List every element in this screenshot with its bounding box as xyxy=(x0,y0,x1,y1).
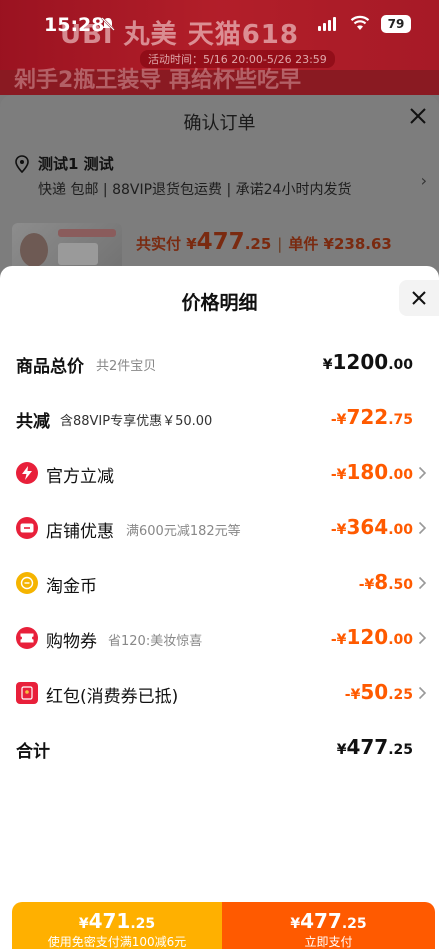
total-paid-row: 共实付 ¥477.25 | 单件 ¥238.63 xyxy=(136,229,392,255)
price-detail-title: 价格明细 xyxy=(181,292,258,314)
chevron-right-icon xyxy=(418,466,427,480)
gold-coin-icon xyxy=(16,572,38,594)
shopping-voucher-label: 购物券 xyxy=(46,632,97,652)
location-pin-icon xyxy=(15,155,29,173)
total-paid-decimal: .25 xyxy=(244,235,272,253)
shopping-voucher-row[interactable]: 购物券 省120:美妆惊喜 -¥120.00 xyxy=(0,619,439,659)
close-icon[interactable] xyxy=(407,105,429,127)
red-envelope-icon xyxy=(16,682,38,704)
item-total-row: 商品总价 共2件宝贝 ¥1200.00 xyxy=(0,344,439,384)
taobao-coin-row[interactable]: 淘金币 -¥8.50 xyxy=(0,564,439,604)
taobao-coin-amount: -¥8.50 xyxy=(358,570,413,594)
address-name[interactable]: 测试1 测试 xyxy=(38,153,114,174)
store-discount-amount: -¥364.00 xyxy=(330,515,413,539)
pay-now-button[interactable]: ¥477.25 立即支付 xyxy=(222,902,435,949)
grand-total-row: 合计 ¥477.25 xyxy=(0,729,439,769)
status-time: 15:28 xyxy=(44,14,105,36)
total-discount-note: 含88VIP专享优惠￥50.00 xyxy=(60,414,213,429)
chevron-right-icon xyxy=(418,686,427,700)
store-discount-label: 店铺优惠 xyxy=(46,522,114,542)
official-discount-label: 官方立减 xyxy=(46,467,114,487)
mute-bell-icon xyxy=(101,17,115,31)
signal-icon xyxy=(318,17,336,31)
confirm-order-sheet: 确认订单 测试1 测试 快递 包邮 | 88VIP退货包运费 | 承诺24小时内… xyxy=(0,95,439,295)
shopping-voucher-icon xyxy=(16,627,38,649)
delivery-info: 快递 包邮 | 88VIP退货包运费 | 承诺24小时内发货 xyxy=(38,182,352,198)
price-detail-sheet: 价格明细 商品总价 共2件宝贝 ¥1200.00 共减 含88VIP专享优惠￥5… xyxy=(0,266,439,949)
shopping-voucher-amount: -¥120.00 xyxy=(330,625,413,649)
status-bar: 15:28 79 xyxy=(0,0,439,50)
password-free-pay-amount: ¥471.25 xyxy=(78,909,156,933)
chevron-right-icon xyxy=(418,631,427,645)
payment-bar: ¥471.25 使用免密支付满100减6元 ¥477.25 立即支付 xyxy=(12,902,435,949)
shopping-voucher-note: 省120:美妆惊喜 xyxy=(108,634,203,649)
total-discount-label: 共减 xyxy=(16,412,50,432)
red-envelope-amount: -¥50.25 xyxy=(344,680,413,704)
red-envelope-row[interactable]: 红包(消费券已抵) -¥50.25 xyxy=(0,674,439,714)
red-envelope-label: 红包(消费券已抵) xyxy=(46,687,179,707)
wifi-icon xyxy=(350,15,370,30)
total-discount-row: 共减 含88VIP专享优惠￥50.00 -¥722.75 xyxy=(0,399,439,439)
lightning-icon xyxy=(16,462,38,484)
total-paid-integer: 477 xyxy=(196,229,245,255)
close-button[interactable] xyxy=(399,280,439,316)
unit-price: 单件 ¥238.63 xyxy=(288,235,392,253)
grand-total-amount: ¥477.25 xyxy=(336,735,413,759)
item-count: 共2件宝贝 xyxy=(96,359,157,374)
password-free-pay-button[interactable]: ¥471.25 使用免密支付满100减6元 xyxy=(12,902,222,949)
official-discount-amount: -¥180.00 xyxy=(330,460,413,484)
total-paid-label: 共实付 ¥ xyxy=(136,235,197,253)
pay-now-label: 立即支付 xyxy=(304,935,353,949)
item-total-amount: ¥1200.00 xyxy=(322,350,413,374)
chevron-right-icon[interactable]: › xyxy=(421,171,427,190)
store-discount-row[interactable]: 店铺优惠 满600元减182元等 -¥364.00 xyxy=(0,509,439,549)
background-product-title: 剁手2瓶王装导 再给杯些吃早 xyxy=(14,68,301,93)
taobao-coin-label: 淘金币 xyxy=(46,577,97,597)
chevron-right-icon xyxy=(418,521,427,535)
battery-indicator: 79 xyxy=(381,15,411,33)
chevron-right-icon xyxy=(418,576,427,590)
password-free-pay-note: 使用免密支付满100减6元 xyxy=(47,935,187,949)
store-coupon-icon xyxy=(16,517,38,539)
total-discount-amount: -¥722.75 xyxy=(330,405,413,429)
store-discount-note: 满600元减182元等 xyxy=(126,524,241,539)
divider: | xyxy=(277,235,283,253)
item-total-label: 商品总价 xyxy=(16,357,84,377)
pay-now-amount: ¥477.25 xyxy=(290,909,367,933)
grand-total-label: 合计 xyxy=(16,742,50,762)
confirm-order-title: 确认订单 xyxy=(183,113,256,134)
official-discount-row[interactable]: 官方立减 -¥180.00 xyxy=(0,454,439,494)
close-icon xyxy=(412,291,426,305)
